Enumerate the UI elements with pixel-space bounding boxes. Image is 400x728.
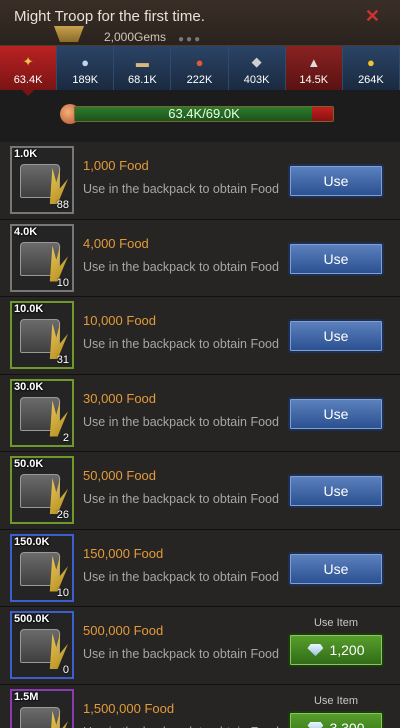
tab-value: 68.1K — [127, 74, 157, 86]
item-count: 0 — [62, 664, 69, 676]
page-dots: ●●● — [178, 34, 203, 45]
stone-icon: ◆ — [251, 54, 262, 69]
list-item: 1.5M 0 1,500,000 Food Use in the backpac… — [0, 684, 400, 728]
capacity-text: 63.4K/69.0K — [168, 106, 240, 121]
tab-value: 403K — [243, 74, 270, 86]
buy-with-gems-button[interactable]: 3,300 — [288, 710, 384, 728]
tab-wood[interactable]: ▬ 68.1K — [114, 46, 172, 90]
item-amount-badge: 30.0K — [14, 380, 44, 393]
item-count: 2 — [62, 431, 69, 444]
item-description: Use in the backpack to obtain Food — [83, 569, 279, 584]
list-item: 1.0K 88 1,000 Food Use in the backpack t… — [0, 142, 400, 220]
crest-icon — [54, 26, 84, 42]
item-amount-badge: 150.0K — [14, 535, 50, 548]
item-icon-frame[interactable]: 50.0K 26 — [10, 456, 74, 524]
tab-stone[interactable]: ◆ 403K — [228, 46, 286, 90]
item-count: 10 — [56, 276, 69, 289]
list-item: 30.0K 2 30,000 Food Use in the backpack … — [0, 374, 400, 452]
tab-gold[interactable]: ● 264K — [342, 46, 400, 90]
item-count: 31 — [56, 354, 69, 366]
item-description: Use in the backpack to obtain Food — [83, 492, 279, 506]
gold-coins-icon: ● — [366, 55, 375, 70]
use-button[interactable]: Use — [288, 474, 384, 508]
banner-message: Might Troop for the first time. — [14, 8, 205, 25]
item-description: Use in the backpack to obtain Food — [83, 337, 279, 351]
item-count: 26 — [56, 509, 69, 521]
tab-food[interactable]: ✦ 63.4K — [0, 46, 58, 96]
close-icon[interactable]: ✕ — [365, 6, 380, 27]
list-item: 150.0K 10 150,000 Food Use in the backpa… — [0, 529, 400, 607]
item-icon-frame[interactable]: 150.0K 10 — [10, 533, 74, 602]
item-icon-frame[interactable]: 1.5M 0 — [10, 688, 74, 728]
tab-value: 14.5K — [299, 74, 329, 86]
item-description: Use in the backpack to obtain Food — [83, 259, 279, 274]
item-amount-badge: 10.0K — [14, 303, 44, 315]
tab-value: 189K — [72, 74, 99, 86]
food-item-list: 1.0K 88 1,000 Food Use in the backpack t… — [0, 142, 400, 728]
item-title: 4,000 Food — [83, 235, 149, 251]
tab-value: 222K — [186, 74, 213, 86]
item-description: Use in the backpack to obtain Food — [83, 647, 279, 661]
item-description: Use in the backpack to obtain Food — [83, 414, 279, 429]
item-description: Use in the backpack to obtain Food — [83, 725, 279, 728]
gem-icon — [307, 644, 324, 656]
top-banner: Might Troop for the first time. 2,000Gem… — [0, 0, 400, 46]
iron-icon: ▲ — [307, 55, 321, 70]
use-button[interactable]: Use — [288, 551, 384, 586]
item-icon-frame[interactable]: 500.0K 0 — [10, 611, 74, 679]
gem-price: 3,300 — [329, 719, 365, 728]
item-amount-badge: 1.0K — [14, 148, 38, 160]
water-drop-icon: ● — [81, 55, 90, 70]
item-description: Use in the backpack to obtain Food — [83, 182, 279, 196]
item-amount-badge: 500.0K — [14, 613, 50, 625]
item-title: 1,500,000 Food — [83, 700, 175, 716]
item-amount-badge: 1.5M — [14, 690, 39, 703]
tab-water[interactable]: ● 189K — [57, 46, 115, 90]
use-button[interactable]: Use — [288, 241, 384, 276]
list-item: 500.0K 0 500,000 Food Use in the backpac… — [0, 607, 400, 685]
gems-label: 2,000Gems — [104, 30, 167, 44]
use-button[interactable]: Use — [288, 396, 384, 431]
tab-iron[interactable]: ▲ 14.5K — [285, 46, 343, 90]
gem-icon — [307, 721, 324, 728]
item-amount-badge: 50.0K — [14, 458, 44, 470]
item-icon-frame[interactable]: 30.0K 2 — [10, 378, 74, 447]
buy-with-gems-button[interactable]: 1,200 — [288, 633, 384, 667]
ore-icon: ● — [195, 55, 204, 70]
item-amount-badge: 4.0K — [14, 225, 38, 238]
list-item: 4.0K 10 4,000 Food Use in the backpack t… — [0, 219, 400, 297]
item-title: 10,000 Food — [83, 313, 157, 328]
item-title: 50,000 Food — [83, 468, 157, 483]
use-button[interactable]: Use — [288, 164, 384, 198]
use-item-label: Use Item — [313, 694, 358, 707]
item-count: 88 — [56, 199, 69, 211]
list-item: 50.0K 26 50,000 Food Use in the backpack… — [0, 452, 400, 530]
tab-value: 63.4K — [13, 74, 43, 86]
food-capacity-bar: 63.4K/69.0K — [60, 104, 336, 124]
use-button[interactable]: Use — [288, 319, 384, 353]
gem-price: 1,200 — [329, 642, 365, 658]
use-item-label: Use Item — [313, 617, 358, 629]
wheat-icon: ✦ — [22, 54, 34, 69]
item-title: 500,000 Food — [83, 623, 164, 638]
resource-tabs: ✦ 63.4K ● 189K ▬ 68.1K ● 222K ◆ 403K ▲ 1… — [0, 46, 400, 96]
tab-ore[interactable]: ● 222K — [171, 46, 229, 90]
item-title: 150,000 Food — [83, 545, 164, 561]
item-icon-frame[interactable]: 1.0K 88 — [10, 146, 74, 214]
item-title: 30,000 Food — [83, 390, 157, 406]
item-icon-frame[interactable]: 4.0K 10 — [10, 223, 74, 292]
tab-value: 264K — [358, 74, 384, 86]
item-icon-frame[interactable]: 10.0K 31 — [10, 301, 74, 369]
list-item: 10.0K 31 10,000 Food Use in the backpack… — [0, 297, 400, 375]
wood-icon: ▬ — [135, 55, 149, 70]
item-title: 1,000 Food — [83, 158, 149, 173]
item-count: 10 — [56, 586, 69, 599]
